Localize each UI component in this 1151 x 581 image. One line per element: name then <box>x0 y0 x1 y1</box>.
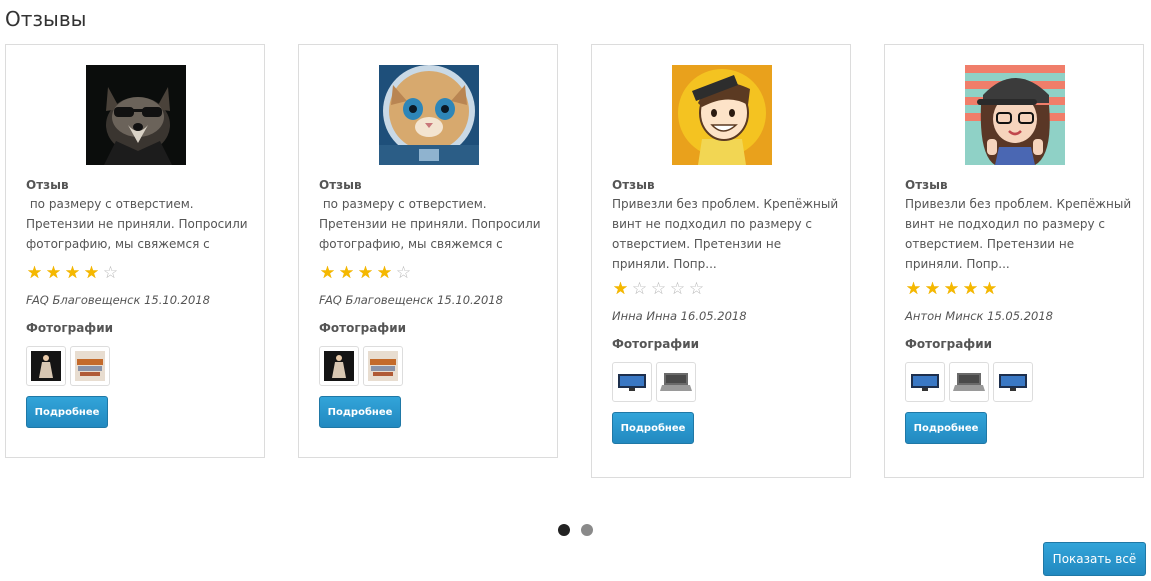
photos-label: Фотографии <box>319 321 407 335</box>
review-card: Отзыв Привезли без проблем. Крепёжный ви… <box>591 44 851 478</box>
reviewer-avatar <box>672 65 772 165</box>
star-empty-icon: ☆ <box>669 279 686 299</box>
star-filled-icon: ★ <box>924 279 941 299</box>
laptop-photo-icon <box>953 369 985 395</box>
star-filled-icon: ★ <box>64 263 81 283</box>
photos-label: Фотографии <box>905 337 993 351</box>
rating-stars: ★ ★ ★ ★ ☆ <box>26 264 254 282</box>
review-text: по размеру с отверстием. Претензии не пр… <box>26 197 248 251</box>
monitor-photo-icon <box>616 371 648 393</box>
raccoon-avatar-icon <box>86 65 186 165</box>
monitor-photo-icon <box>909 371 941 393</box>
photo-thumbnail[interactable] <box>319 346 359 386</box>
review-body: Отзыв по размеру с отверстием. Претензии… <box>319 176 547 428</box>
review-label: Отзыв <box>612 178 655 192</box>
photos-label: Фотографии <box>26 321 114 335</box>
more-button[interactable]: Подробнее <box>26 396 108 428</box>
star-filled-icon: ★ <box>319 263 336 283</box>
reviewer-avatar <box>86 65 186 165</box>
parts-photo-icon <box>75 351 105 381</box>
monitor-photo-icon <box>997 371 1029 393</box>
photo-thumbnail[interactable] <box>949 362 989 402</box>
star-filled-icon: ★ <box>83 263 100 283</box>
review-label: Отзыв <box>319 178 362 192</box>
rating-stars: ★ ☆ ☆ ☆ ☆ <box>612 280 840 298</box>
star-empty-icon: ☆ <box>102 263 119 283</box>
star-filled-icon: ★ <box>943 279 960 299</box>
more-button[interactable]: Подробнее <box>319 396 401 428</box>
laptop-photo-icon <box>660 369 692 395</box>
star-filled-icon: ★ <box>905 279 922 299</box>
photo-thumbnails <box>612 362 840 402</box>
figure-photo-icon <box>324 351 354 381</box>
review-card: Отзыв по размеру с отверстием. Претензии… <box>5 44 265 458</box>
star-filled-icon: ★ <box>26 263 43 283</box>
show-all-button[interactable]: Показать всё <box>1043 542 1146 576</box>
carousel-pagination <box>558 524 593 536</box>
reviewer-avatar <box>965 65 1065 165</box>
photo-thumbnails <box>319 346 547 386</box>
rating-stars: ★ ★ ★ ★ ☆ <box>319 264 547 282</box>
review-label: Отзыв <box>905 178 948 192</box>
review-text: по размеру с отверстием. Претензии не пр… <box>319 197 541 251</box>
star-filled-icon: ★ <box>981 279 998 299</box>
review-body: Отзыв по размеру с отверстием. Претензии… <box>26 176 254 428</box>
cat-astronaut-avatar-icon <box>379 65 479 165</box>
photos-label: Фотографии <box>612 337 700 351</box>
rating-stars: ★ ★ ★ ★ ★ <box>905 280 1133 298</box>
figure-photo-icon <box>31 351 61 381</box>
star-empty-icon: ☆ <box>688 279 705 299</box>
pagination-dot[interactable] <box>558 524 570 536</box>
star-filled-icon: ★ <box>45 263 62 283</box>
reviewer-avatar <box>379 65 479 165</box>
photo-thumbnail[interactable] <box>905 362 945 402</box>
star-empty-icon: ☆ <box>395 263 412 283</box>
review-body: Отзыв Привезли без проблем. Крепёжный ви… <box>905 176 1133 444</box>
section-title: Отзывы <box>5 7 87 31</box>
photo-thumbnail[interactable] <box>612 362 652 402</box>
star-filled-icon: ★ <box>338 263 355 283</box>
photo-thumbnails <box>26 346 254 386</box>
star-filled-icon: ★ <box>357 263 374 283</box>
photo-thumbnail[interactable] <box>70 346 110 386</box>
more-button[interactable]: Подробнее <box>905 412 987 444</box>
more-button[interactable]: Подробнее <box>612 412 694 444</box>
review-card: Отзыв Привезли без проблем. Крепёжный ви… <box>884 44 1144 478</box>
review-text: Привезли без проблем. Крепёжный винт не … <box>612 197 839 271</box>
photo-thumbnail[interactable] <box>656 362 696 402</box>
photo-thumbnails <box>905 362 1133 402</box>
cartoon-girl-avatar-icon <box>965 65 1065 165</box>
review-card: Отзыв по размеру с отверстием. Претензии… <box>298 44 558 458</box>
review-label: Отзыв <box>26 178 69 192</box>
parts-photo-icon <box>368 351 398 381</box>
review-author: Антон Минск 15.05.2018 <box>905 309 1053 323</box>
star-empty-icon: ☆ <box>631 279 648 299</box>
star-filled-icon: ★ <box>612 279 629 299</box>
cartoon-boy-avatar-icon <box>672 65 772 165</box>
photo-thumbnail[interactable] <box>363 346 403 386</box>
review-body: Отзыв Привезли без проблем. Крепёжный ви… <box>612 176 840 444</box>
review-author: Инна Инна 16.05.2018 <box>612 309 747 323</box>
star-filled-icon: ★ <box>962 279 979 299</box>
pagination-dot[interactable] <box>581 524 593 536</box>
photo-thumbnail[interactable] <box>993 362 1033 402</box>
photo-thumbnail[interactable] <box>26 346 66 386</box>
star-empty-icon: ☆ <box>650 279 667 299</box>
review-text: Привезли без проблем. Крепёжный винт не … <box>905 197 1132 271</box>
star-filled-icon: ★ <box>376 263 393 283</box>
review-author: FAQ Благовещенск 15.10.2018 <box>319 293 503 307</box>
review-author: FAQ Благовещенск 15.10.2018 <box>26 293 210 307</box>
